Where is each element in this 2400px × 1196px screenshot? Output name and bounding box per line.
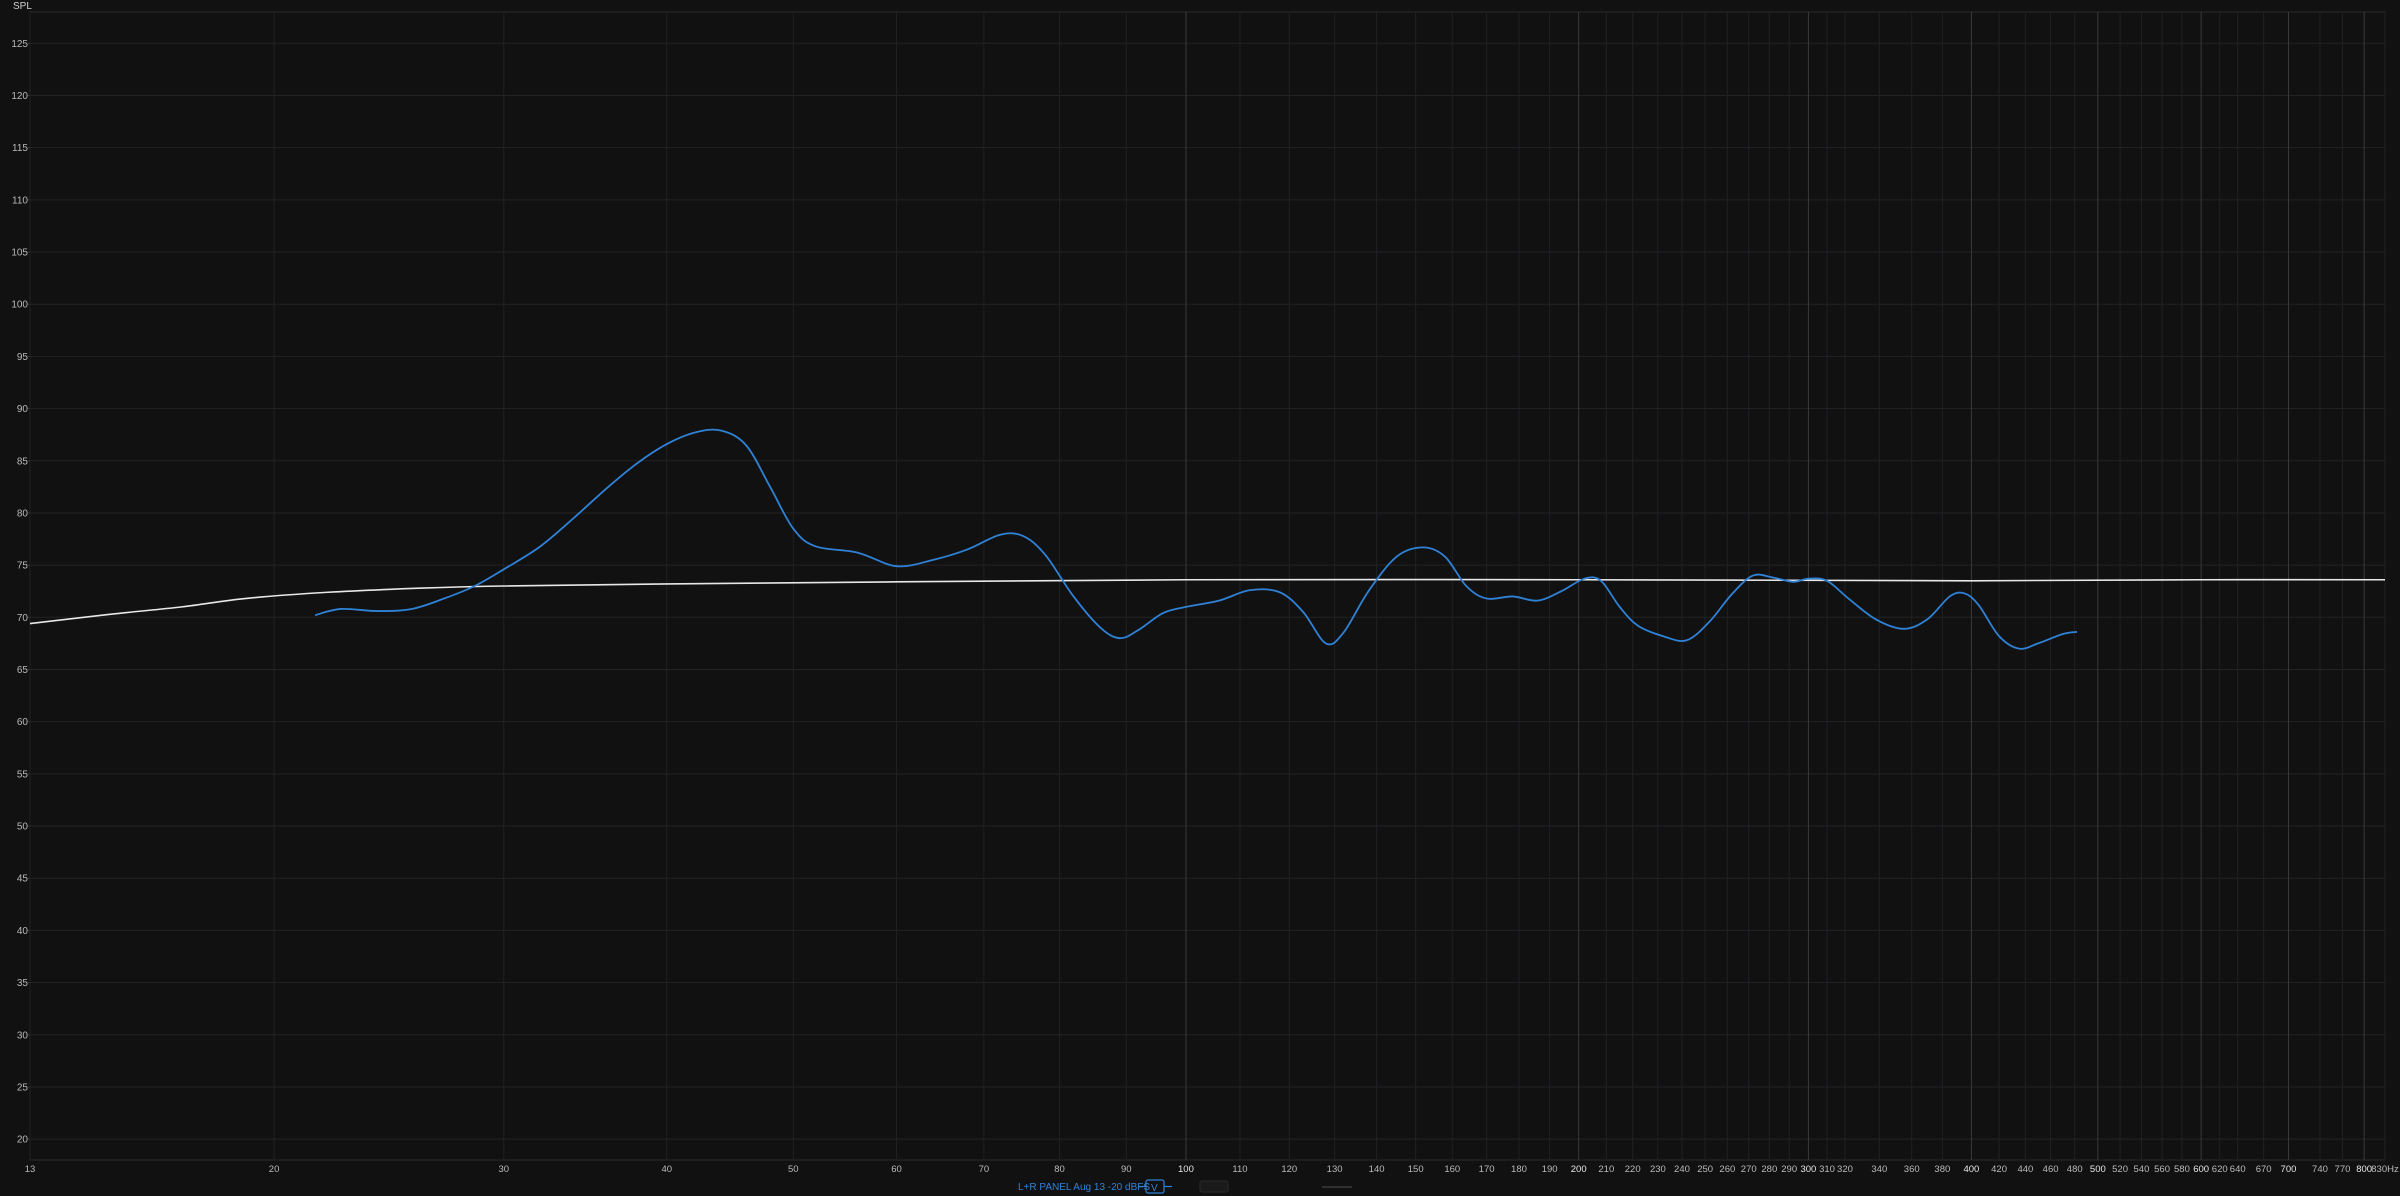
y-tick-label: 85 (17, 456, 29, 467)
x-tick-label: 300 (1800, 1164, 1816, 1175)
y-tick-label: 125 (11, 39, 28, 50)
x-tick-label: 40 (662, 1164, 673, 1175)
x-tick-label: 580 (2174, 1164, 2190, 1175)
x-tick-label: 30 (499, 1164, 510, 1175)
x-tick-label: 340 (1871, 1164, 1887, 1175)
y-tick-label: 80 (17, 508, 29, 519)
y-tick-label: 20 (17, 1135, 29, 1146)
legend-label[interactable]: L+R PANEL Aug 13 -20 dBFS (1018, 1182, 1150, 1193)
y-tick-label: 45 (17, 874, 29, 885)
y-tick-label: 100 (11, 300, 28, 311)
x-tick-label: 120 (1281, 1164, 1297, 1175)
x-tick-label: 480 (2067, 1164, 2083, 1175)
x-tick-label: 740 (2312, 1164, 2328, 1175)
y-tick-label: 115 (12, 143, 28, 154)
x-tick-label: 280 (1761, 1164, 1777, 1175)
x-tick-label: 110 (1232, 1164, 1247, 1175)
legend-toggle-label: V (1151, 1183, 1158, 1194)
y-tick-label: 60 (17, 717, 29, 728)
x-tick-label: 210 (1598, 1164, 1614, 1175)
y-tick-label: 30 (17, 1030, 29, 1041)
frequency-response-chart: 20 25 30 35 40 45 50 55 60 65 70 75 80 85 90 95 100 105 11… (0, 0, 2400, 1196)
x-tick-label: 310 (1819, 1164, 1835, 1175)
x-tick-label: 620 (2212, 1164, 2228, 1175)
x-tick-label: 90 (1121, 1164, 1132, 1175)
x-tick-label: 100 (1178, 1164, 1194, 1175)
x-tick-label: 60 (891, 1164, 902, 1175)
x-tick-label: 130 (1327, 1164, 1343, 1175)
x-tick-label: 560 (2154, 1164, 2170, 1175)
x-tick-label: 830Hz (2371, 1164, 2399, 1175)
y-tick-label: 40 (17, 926, 29, 937)
x-tick-label: 360 (1904, 1164, 1920, 1175)
x-tick-label: 540 (2134, 1164, 2150, 1175)
x-tick-label: 800 (2356, 1164, 2372, 1175)
y-tick-label: 35 (17, 978, 29, 989)
x-tick-label: 320 (1837, 1164, 1853, 1175)
y-tick-label: 70 (17, 613, 29, 624)
y-tick-label: 65 (17, 665, 29, 676)
y-tick-label: 50 (17, 822, 29, 833)
plot-background (0, 0, 2400, 1196)
y-tick-label: 95 (17, 352, 29, 363)
x-tick-label: 380 (1934, 1164, 1950, 1175)
x-tick-label: 520 (2112, 1164, 2128, 1175)
y-tick-label: 110 (12, 195, 28, 206)
x-tick-label: 240 (1674, 1164, 1690, 1175)
x-tick-label: 170 (1479, 1164, 1495, 1175)
x-tick-label: 270 (1741, 1164, 1757, 1175)
y-tick-label: 120 (11, 91, 28, 102)
x-tick-label: 70 (979, 1164, 990, 1175)
x-tick-label: 180 (1511, 1164, 1527, 1175)
x-tick-label: 440 (2017, 1164, 2033, 1175)
y-axis-title: SPL (13, 1, 32, 12)
x-tick-label: 190 (1542, 1164, 1558, 1175)
x-tick-label: 260 (1719, 1164, 1735, 1175)
y-tick-label: 55 (17, 769, 29, 780)
x-tick-label: 700 (2281, 1164, 2297, 1175)
x-tick-label: 160 (1444, 1164, 1460, 1175)
y-tick-label: 75 (17, 561, 29, 572)
y-tick-label: 105 (11, 248, 28, 259)
x-tick-label: 500 (2090, 1164, 2106, 1175)
x-tick-label: 80 (1054, 1164, 1065, 1175)
legend-button-2[interactable] (1199, 1180, 1229, 1193)
x-tick-label: 420 (1991, 1164, 2007, 1175)
x-tick-label: 290 (1781, 1164, 1797, 1175)
x-tick-label: 140 (1369, 1164, 1385, 1175)
x-tick-label: 220 (1625, 1164, 1641, 1175)
x-tick-label: 600 (2193, 1164, 2209, 1175)
x-tick-label: 770 (2335, 1164, 2351, 1175)
x-tick-label: 670 (2256, 1164, 2272, 1175)
y-tick-label: 25 (17, 1082, 29, 1093)
x-tick-label: 250 (1697, 1164, 1713, 1175)
y-tick-label: 90 (17, 404, 29, 415)
x-tick-label: 20 (269, 1164, 280, 1175)
x-tick-label: 200 (1571, 1164, 1587, 1175)
x-tick-label: 50 (788, 1164, 799, 1175)
x-tick-label: 13 (25, 1164, 36, 1175)
x-tick-label: 230 (1650, 1164, 1666, 1175)
x-tick-label: 640 (2230, 1164, 2246, 1175)
x-tick-label: 150 (1408, 1164, 1424, 1175)
x-tick-label: 400 (1963, 1164, 1979, 1175)
x-tick-label: 460 (2043, 1164, 2059, 1175)
